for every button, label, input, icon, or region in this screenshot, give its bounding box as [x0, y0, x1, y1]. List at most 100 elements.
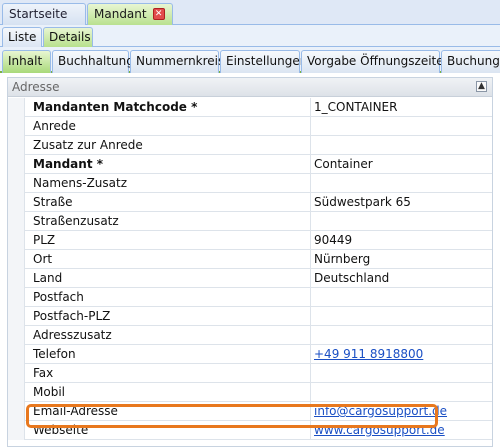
property-value[interactable]: Südwestpark 65	[314, 193, 490, 212]
property-row[interactable]: Anrede	[8, 117, 492, 136]
property-label: Ort	[33, 252, 53, 266]
column-divider	[310, 117, 311, 136]
property-value-link[interactable]: info@cargosupport.de	[314, 402, 490, 421]
column-divider	[310, 250, 311, 269]
row-gutter	[8, 269, 25, 288]
column-divider	[310, 98, 311, 117]
property-row[interactable]: Land Deutschland	[8, 269, 492, 288]
property-value-link[interactable]: +49 911 8918800	[314, 345, 490, 364]
row-gutter	[8, 231, 25, 250]
property-label: Zusatz zur Anrede	[33, 138, 143, 152]
property-row[interactable]: Adresszusatz	[8, 326, 492, 345]
property-row[interactable]: Mobil	[8, 383, 492, 402]
row-gutter	[8, 136, 25, 155]
row-gutter	[8, 383, 25, 402]
tab-inhalt[interactable]: Inhalt	[2, 50, 51, 73]
column-divider	[310, 269, 311, 288]
property-row[interactable]: PLZ 90449	[8, 231, 492, 250]
column-divider	[310, 136, 311, 155]
collapse-icon[interactable]: ▲	[476, 81, 487, 92]
property-label: Namens-Zusatz	[33, 176, 128, 190]
property-value[interactable]: 1_CONTAINER	[314, 98, 490, 117]
column-divider	[310, 288, 311, 307]
property-label: Straße	[33, 195, 73, 209]
property-label: Fax	[33, 366, 54, 380]
property-label: Postfach-PLZ	[33, 309, 111, 323]
property-row[interactable]: Email-Adresse info@cargosupport.de	[8, 402, 492, 421]
row-gutter	[8, 402, 25, 421]
property-value-link[interactable]: www.cargosupport.de	[314, 421, 490, 440]
tab-vorgabe-oeffnungszeiten[interactable]: Vorgabe Öffnungszeiten	[301, 50, 451, 73]
property-row[interactable]: Mandanten Matchcode * 1_CONTAINER	[8, 98, 492, 117]
tab-mandant-label: Mandant	[94, 7, 147, 21]
column-divider	[310, 155, 311, 174]
group-header-adresse[interactable]: Adresse ▲	[8, 78, 492, 97]
property-value[interactable]	[314, 288, 490, 307]
property-row[interactable]: Fax	[8, 364, 492, 383]
tab-liste-label: Liste	[8, 30, 37, 44]
column-divider	[310, 212, 311, 231]
property-row[interactable]: Straßenzusatz	[8, 212, 492, 231]
tab-startseite[interactable]: Startseite	[2, 3, 86, 25]
tab-details[interactable]: Details	[43, 27, 93, 47]
row-gutter	[8, 250, 25, 269]
property-value[interactable]: Nürnberg	[314, 250, 490, 269]
tab-mandant[interactable]: Mandant ✕	[87, 3, 173, 26]
property-label: Webseite	[33, 423, 89, 437]
document-tab-bar: Startseite Mandant ✕	[0, 0, 500, 26]
property-value[interactable]	[314, 212, 490, 231]
property-row[interactable]: Mandant * Container	[8, 155, 492, 174]
tab-nummernkreise-label: Nummernkreise	[136, 54, 232, 68]
column-divider	[310, 193, 311, 212]
row-gutter	[8, 155, 25, 174]
property-rows: Mandanten Matchcode * 1_CONTAINER Anrede Zu…	[8, 98, 492, 440]
column-divider	[310, 174, 311, 193]
property-label: Mandanten Matchcode *	[33, 100, 198, 114]
tab-buchungs[interactable]: Buchungs	[441, 50, 500, 73]
tab-inhalt-label: Inhalt	[8, 54, 43, 68]
property-value[interactable]: 90449	[314, 231, 490, 250]
close-tab-icon[interactable]: ✕	[152, 7, 165, 20]
row-gutter	[8, 117, 25, 136]
row-gutter	[8, 193, 25, 212]
property-value[interactable]	[314, 117, 490, 136]
row-gutter	[8, 326, 25, 345]
property-value[interactable]	[314, 307, 490, 326]
property-value[interactable]	[314, 364, 490, 383]
property-label: Mobil	[33, 385, 65, 399]
column-divider	[310, 364, 311, 383]
property-value[interactable]	[314, 174, 490, 193]
property-row[interactable]: Zusatz zur Anrede	[8, 136, 492, 155]
property-row[interactable]: Telefon +49 911 8918800	[8, 345, 492, 364]
property-row[interactable]: Postfach	[8, 288, 492, 307]
section-tab-bar: Inhalt Buchhaltung Nummernkreise Einstel…	[0, 47, 500, 73]
row-gutter	[8, 345, 25, 364]
row-gutter	[8, 421, 25, 440]
tab-liste[interactable]: Liste	[2, 27, 42, 47]
property-label: PLZ	[33, 233, 56, 247]
tab-einstellungen-label: Einstellungen	[226, 54, 308, 68]
property-value[interactable]	[314, 326, 490, 345]
property-row[interactable]: Postfach-PLZ	[8, 307, 492, 326]
tab-nummernkreise[interactable]: Nummernkreise	[130, 50, 232, 73]
tab-buchhaltung[interactable]: Buchhaltung	[52, 50, 134, 73]
property-label: Email-Adresse	[33, 404, 118, 418]
view-tab-bar: Liste Details	[0, 25, 500, 47]
property-row[interactable]: Ort Nürnberg	[8, 250, 492, 269]
property-row[interactable]: Namens-Zusatz	[8, 174, 492, 193]
property-label: Adresszusatz	[33, 328, 112, 342]
tab-vorgabe-label: Vorgabe Öffnungszeiten	[307, 54, 452, 68]
tab-einstellungen[interactable]: Einstellungen	[220, 50, 307, 73]
property-label: Land	[33, 271, 63, 285]
tab-details-label: Details	[49, 30, 91, 44]
property-value[interactable]	[314, 136, 490, 155]
property-value[interactable]: Deutschland	[314, 269, 490, 288]
column-divider	[310, 326, 311, 345]
property-row[interactable]: Straße Südwestpark 65	[8, 193, 492, 212]
group-title: Adresse	[12, 80, 60, 94]
property-value[interactable]: Container	[314, 155, 490, 174]
tab-startseite-label: Startseite	[9, 7, 68, 21]
property-value[interactable]	[314, 383, 490, 402]
tab-buchhaltung-label: Buchhaltung	[58, 54, 134, 68]
property-row[interactable]: Webseite www.cargosupport.de	[8, 421, 492, 440]
